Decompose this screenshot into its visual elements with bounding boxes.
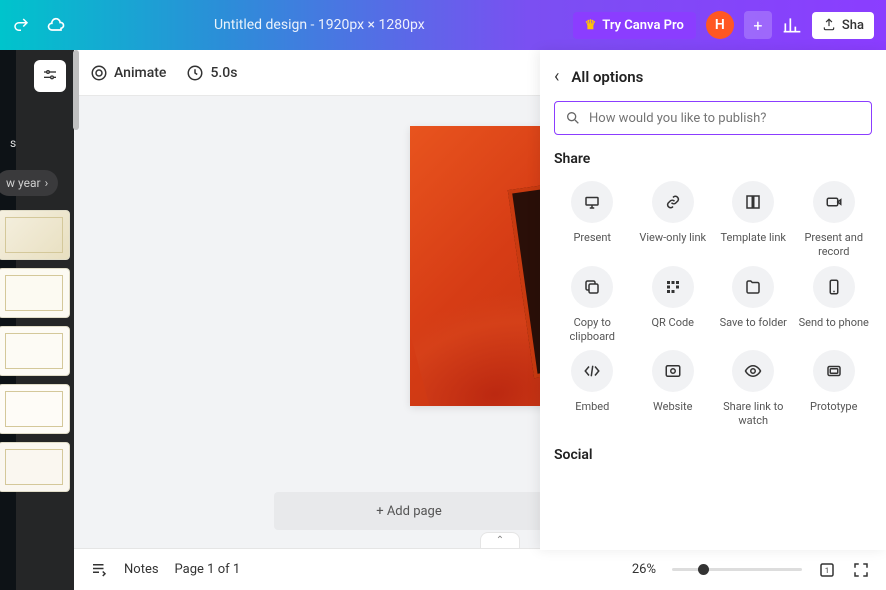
share-option-view-only-link[interactable]: View-only link (635, 181, 712, 260)
add-member-button[interactable]: + (744, 11, 772, 39)
share-option-template-link[interactable]: Template link (715, 181, 792, 260)
template-thumb[interactable] (0, 442, 70, 492)
website-icon (652, 350, 694, 392)
prototype-icon (813, 350, 855, 392)
avatar[interactable]: H (706, 11, 734, 39)
redo-icon[interactable] (12, 16, 30, 34)
category-pill[interactable]: w year › (0, 170, 58, 196)
share-option-embed[interactable]: Embed (554, 350, 631, 429)
template-thumb[interactable] (0, 326, 70, 376)
template-thumb[interactable] (0, 268, 70, 318)
template-thumb[interactable] (0, 384, 70, 434)
filter-button[interactable] (34, 60, 66, 92)
crown-icon: ♛ (585, 18, 597, 33)
share-option-present[interactable]: Present (554, 181, 631, 260)
svg-text:1: 1 (825, 566, 829, 575)
share-option-save-to-folder[interactable]: Save to folder (715, 266, 792, 345)
share-panel: ‹ All options Share PresentView-only lin… (540, 50, 886, 550)
duration-button[interactable]: 5.0s (186, 64, 237, 82)
qrcode-icon (652, 266, 694, 308)
chart-icon[interactable] (782, 15, 802, 35)
chevron-right-icon: › (45, 176, 49, 190)
notes-button[interactable]: Notes (124, 562, 159, 577)
code-icon (571, 350, 613, 392)
cloud-icon[interactable] (46, 15, 66, 35)
template-icon (732, 181, 774, 223)
zoom-slider[interactable] (672, 568, 802, 571)
search-icon (565, 110, 581, 126)
video-icon (813, 181, 855, 223)
eye-icon (732, 350, 774, 392)
share-option-qr-code[interactable]: QR Code (635, 266, 712, 345)
share-option-share-link-to-watch[interactable]: Share link to watch (715, 350, 792, 429)
page-indicator[interactable]: Page 1 of 1 (175, 562, 241, 577)
fullscreen-icon[interactable] (852, 561, 870, 579)
share-option-present-and-record[interactable]: Present and record (796, 181, 873, 260)
side-panel: s w year › ‹ (16, 50, 74, 590)
expand-pages-button[interactable]: ⌃ (480, 532, 520, 548)
share-options-grid: PresentView-only linkTemplate linkPresen… (554, 181, 872, 429)
publish-search[interactable] (554, 101, 872, 135)
share-option-website[interactable]: Website (635, 350, 712, 429)
bottom-bar: Notes Page 1 of 1 26% 1 (74, 548, 886, 590)
share-option-copy-to-clipboard[interactable]: Copy to clipboard (554, 266, 631, 345)
panel-title: All options (571, 68, 643, 86)
notes-icon[interactable] (90, 561, 108, 579)
share-option-prototype[interactable]: Prototype (796, 350, 873, 429)
present-icon (571, 181, 613, 223)
try-pro-button[interactable]: ♛ Try Canva Pro (573, 12, 696, 39)
zoom-value[interactable]: 26% (632, 562, 656, 577)
template-thumbs (0, 210, 70, 492)
share-button[interactable]: Sha (812, 12, 874, 39)
sidebar-tab-suffix: s (10, 136, 16, 150)
clipboard-icon (571, 266, 613, 308)
animate-button[interactable]: Animate (90, 64, 166, 82)
phone-icon (813, 266, 855, 308)
upload-icon (822, 18, 836, 32)
add-page-button[interactable]: + Add page (274, 492, 544, 530)
grid-view-icon[interactable]: 1 (818, 561, 836, 579)
link-icon (652, 181, 694, 223)
share-option-send-to-phone[interactable]: Send to phone (796, 266, 873, 345)
top-bar: Untitled design - 1920px × 1280px ♛ Try … (0, 0, 886, 50)
share-section-label: Share (554, 151, 872, 167)
publish-search-input[interactable] (589, 111, 861, 126)
template-thumb[interactable] (0, 210, 70, 260)
back-button[interactable]: ‹ (554, 66, 559, 87)
scrollbar-thumb[interactable] (73, 50, 79, 130)
design-title[interactable]: Untitled design - 1920px × 1280px (76, 17, 563, 33)
folder-icon (732, 266, 774, 308)
social-section-label: Social (554, 447, 872, 463)
